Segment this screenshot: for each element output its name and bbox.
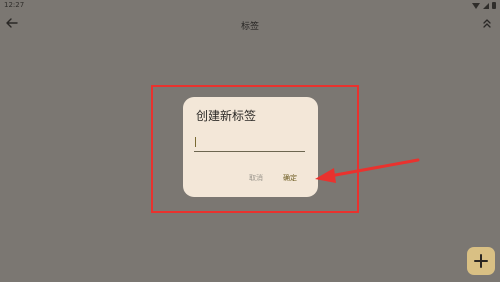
plus-icon	[474, 254, 488, 268]
annotation-arrow	[315, 158, 420, 183]
add-tag-button[interactable]	[467, 247, 495, 275]
